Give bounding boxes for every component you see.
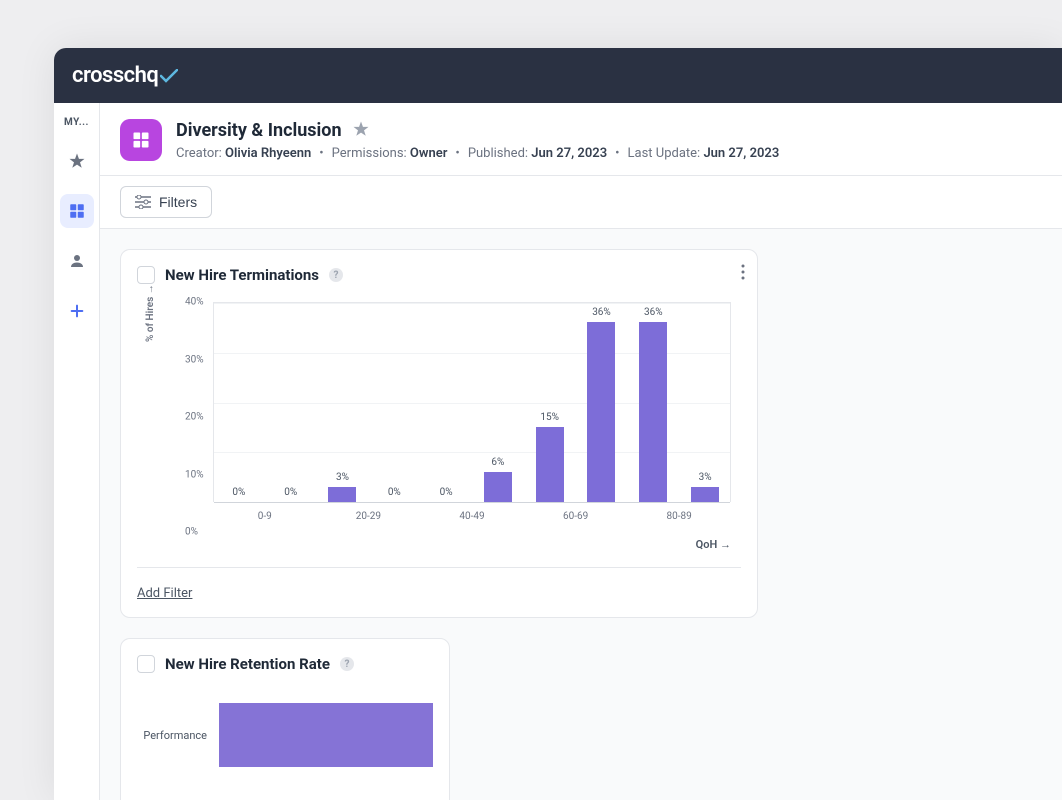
- check-icon: [160, 69, 178, 83]
- bar: [536, 427, 564, 502]
- bar-value-label: 0%: [388, 487, 401, 498]
- hbar: [219, 703, 433, 767]
- sidebar-item-dashboards[interactable]: [60, 194, 94, 228]
- bar-value-label: 36%: [592, 307, 611, 318]
- bar-value-label: 0%: [232, 487, 245, 498]
- filters-bar: Filters: [100, 176, 1062, 229]
- x-tick-label: 20-29: [317, 511, 421, 522]
- bar-value-label: 0%: [284, 487, 297, 498]
- star-icon: [68, 152, 86, 170]
- bar-column: 0%: [368, 487, 420, 502]
- x-tick-label: 0-9: [213, 511, 317, 522]
- grid-icon: [68, 202, 86, 220]
- x-tick-label: 60-69: [524, 511, 628, 522]
- sidebar: MY...: [54, 103, 100, 800]
- x-tick-label: 40-49: [420, 511, 524, 522]
- help-icon[interactable]: ?: [340, 657, 354, 671]
- bar-value-label: 3%: [699, 472, 712, 483]
- card-title: New Hire Retention Rate: [165, 655, 330, 673]
- sidebar-item-favorites[interactable]: [60, 144, 94, 178]
- hbar-label: Performance: [137, 729, 219, 742]
- bar-column: 0%: [265, 487, 317, 502]
- sidebar-section-label: MY...: [64, 117, 89, 128]
- card-checkbox[interactable]: [137, 266, 155, 284]
- help-icon[interactable]: ?: [329, 268, 343, 282]
- bar-column: 15%: [524, 412, 576, 502]
- bar-column: 0%: [213, 487, 265, 502]
- filters-label: Filters: [159, 194, 197, 210]
- x-tick-label: 80-89: [627, 511, 731, 522]
- person-icon: [68, 252, 86, 270]
- hbar-chart: Performance Retention: [137, 703, 433, 800]
- card-checkbox[interactable]: [137, 655, 155, 673]
- dots-vertical-icon: [741, 264, 745, 280]
- card-terminations: New Hire Terminations ? % of Hires →: [120, 249, 758, 618]
- plus-icon: [69, 303, 85, 319]
- bar: [691, 487, 719, 502]
- filters-button[interactable]: Filters: [120, 186, 212, 218]
- bar: [587, 322, 615, 502]
- bar-column: 6%: [472, 457, 524, 502]
- sliders-icon: [135, 195, 151, 209]
- bar-value-label: 6%: [491, 457, 504, 468]
- sidebar-item-people[interactable]: [60, 244, 94, 278]
- bar-column: 3%: [679, 472, 731, 502]
- bar-value-label: 15%: [540, 412, 559, 423]
- y-axis-label: % of Hires →: [145, 284, 156, 342]
- bar: [639, 322, 667, 502]
- bar: [328, 487, 356, 502]
- bar: [484, 472, 512, 502]
- bar-column: 3%: [317, 472, 369, 502]
- star-icon: [352, 120, 370, 138]
- bar-value-label: 3%: [336, 472, 349, 483]
- card-retention: New Hire Retention Rate ? Performance Re…: [120, 638, 450, 800]
- sidebar-item-add[interactable]: [60, 294, 94, 328]
- card-title: New Hire Terminations: [165, 266, 319, 284]
- bar-chart: % of Hires → 40% 30% 20% 10%: [191, 302, 731, 532]
- x-axis-label: QoH →: [137, 538, 731, 551]
- page-meta: Creator: Olivia Rhyeenn • Permissions: O…: [176, 146, 1042, 161]
- dashboard-icon-badge: [120, 119, 162, 161]
- brand-text: crosschq: [72, 63, 158, 88]
- bar-column: 36%: [627, 307, 679, 502]
- bar-value-label: 0%: [440, 487, 453, 498]
- add-filter-link[interactable]: Add Filter: [137, 586, 192, 601]
- page-header: Diversity & Inclusion Creator: Olivia Rh…: [100, 103, 1062, 176]
- grid-icon: [131, 130, 151, 150]
- bar-column: 36%: [576, 307, 628, 502]
- brand-logo: crosschq: [72, 63, 178, 88]
- card-menu-button[interactable]: [741, 264, 745, 284]
- topbar: crosschq: [54, 48, 1062, 103]
- favorite-toggle[interactable]: [352, 120, 370, 142]
- bar-value-label: 36%: [644, 307, 663, 318]
- page-title: Diversity & Inclusion: [176, 120, 342, 141]
- bar-column: 0%: [420, 487, 472, 502]
